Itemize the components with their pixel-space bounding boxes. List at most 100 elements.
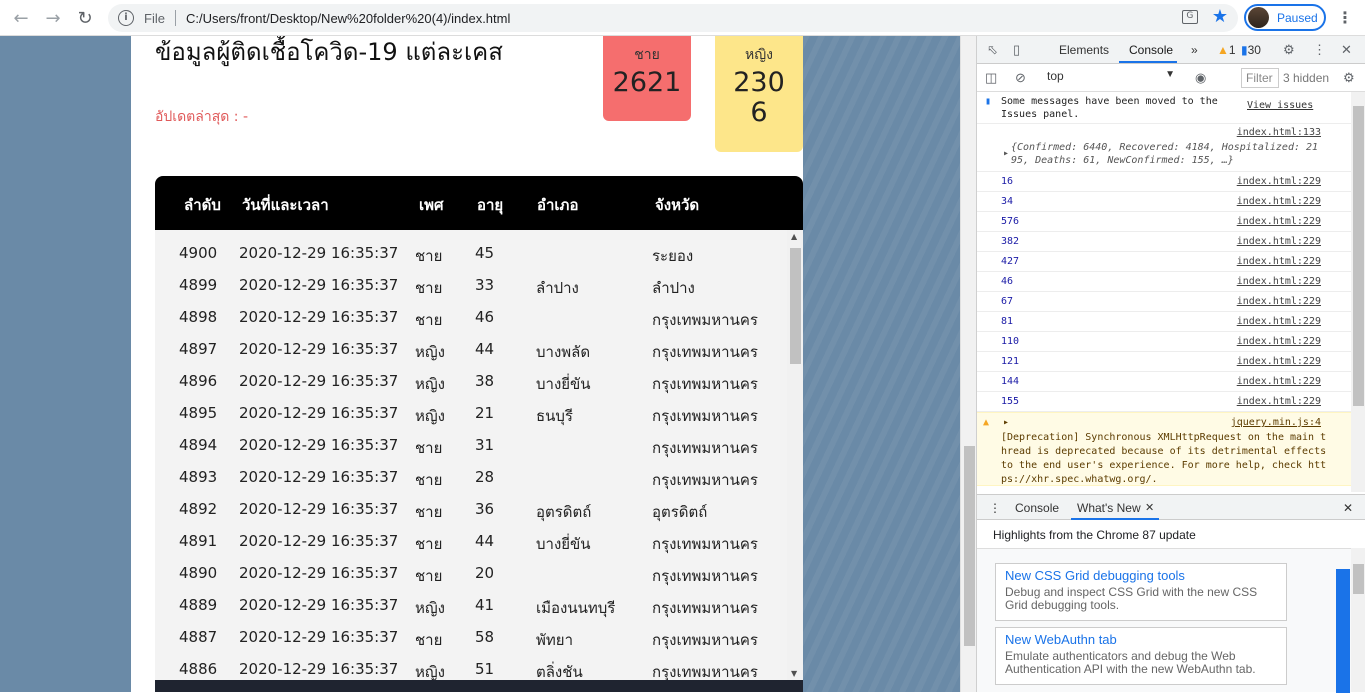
context-select[interactable]: top ▼ <box>1047 69 1175 87</box>
devtools-menu-icon[interactable]: ⋮ <box>1313 42 1326 58</box>
more-vert-icon[interactable]: ⋮ <box>1337 8 1353 27</box>
cell-district: ธนบุรี <box>536 407 573 425</box>
log-source-link[interactable]: index.html:229 <box>1237 396 1321 407</box>
log-source-link[interactable]: index.html:229 <box>1237 236 1321 247</box>
cell-sex: ชาย <box>415 311 443 329</box>
log-source-link[interactable]: index.html:229 <box>1237 216 1321 227</box>
console-log-line: 576 index.html:229 <box>977 212 1351 232</box>
whats-new-title[interactable]: New CSS Grid debugging tools <box>1005 568 1277 583</box>
forward-icon[interactable]: → <box>38 3 68 33</box>
expand-triangle-icon[interactable]: ▸ <box>1003 148 1009 159</box>
gear-icon[interactable]: ⚙ <box>1283 42 1295 58</box>
message-count[interactable]: ▮30 <box>1241 43 1261 57</box>
cell-district: เมืองนนทบุรี <box>536 599 616 617</box>
cell-age: 28 <box>475 468 495 486</box>
table-body[interactable]: ▲ ▼ 4900 2020-12-29 16:35:37 ชาย 45 ระยอง 489… <box>155 230 803 680</box>
object-log-line[interactable]: index.html:133 ▸ {Confirmed: 6440, Recov… <box>977 124 1351 172</box>
info-icon[interactable]: i <box>118 10 134 26</box>
bookmark-star-icon[interactable]: ★ <box>1212 8 1228 26</box>
log-source-link[interactable]: index.html:229 <box>1237 316 1321 327</box>
profile-button[interactable]: Paused <box>1244 4 1326 31</box>
page-scroll-thumb[interactable] <box>964 446 975 646</box>
close-drawer-icon[interactable]: ✕ <box>1343 501 1353 515</box>
drawer-menu-icon[interactable]: ⋮ <box>989 501 1001 515</box>
filter-input[interactable]: Filter <box>1241 68 1279 88</box>
tab-elements[interactable]: Elements <box>1059 43 1109 57</box>
reload-icon[interactable]: ↻ <box>70 3 100 33</box>
device-toolbar-icon[interactable]: ▯ <box>1013 42 1020 58</box>
cell-datetime: 2020-12-29 16:35:37 <box>239 628 399 646</box>
header-datetime: วันที่และเวลา <box>242 196 329 214</box>
clear-console-icon[interactable]: ⊘ <box>1015 70 1026 86</box>
background-pattern <box>803 36 960 692</box>
scroll-up-icon[interactable]: ▲ <box>791 232 797 241</box>
translate-icon[interactable]: G <box>1181 10 1198 24</box>
expand-triangle-icon[interactable]: ▸ <box>1003 417 1009 428</box>
message-count-value: 30 <box>1247 43 1261 57</box>
cell-province: กรุงเทพมหานคร <box>652 407 758 425</box>
log-source-link[interactable]: index.html:229 <box>1237 356 1321 367</box>
log-source-link[interactable]: index.html:229 <box>1237 376 1321 387</box>
console-filterbar: ◫ ⊘ top ▼ ◉ Filter 3 hidden ⚙ <box>977 64 1365 92</box>
log-source-link[interactable]: index.html:229 <box>1237 196 1321 207</box>
log-value: 382 <box>1001 236 1020 247</box>
console-log-line: 34 index.html:229 <box>977 192 1351 212</box>
table-scrollbar[interactable]: ▲ ▼ <box>787 230 803 680</box>
header-district: อำเภอ <box>537 196 579 214</box>
whats-new-card[interactable]: New WebAuthn tab Emulate authenticators a… <box>995 627 1287 685</box>
log-value: 155 <box>1001 396 1020 407</box>
cell-no: 4897 <box>179 340 218 358</box>
drawer-tab-console[interactable]: Console <box>1015 501 1059 515</box>
cell-sex: ชาย <box>415 247 443 265</box>
cell-province: กรุงเทพมหานคร <box>652 439 758 457</box>
log-source-link[interactable]: index.html:229 <box>1237 176 1321 187</box>
cell-province: กรุงเทพมหานคร <box>652 343 758 361</box>
header-province: จังหวัด <box>655 196 700 214</box>
table-row: 4886 2020-12-29 16:35:37 หญิง 51 ตลิ่งชัน กรุ… <box>155 652 787 680</box>
whats-new-scroll-thumb[interactable] <box>1353 564 1364 594</box>
inspect-icon[interactable]: ⬁ <box>987 42 998 58</box>
active-tab-indicator <box>1119 61 1177 63</box>
scheme-label: File <box>144 10 165 26</box>
cell-age: 36 <box>475 500 495 518</box>
whats-new-title[interactable]: New WebAuthn tab <box>1005 632 1277 647</box>
log-source-link[interactable]: index.html:229 <box>1237 276 1321 287</box>
table-row: 4900 2020-12-29 16:35:37 ชาย 45 ระยอง <box>155 236 787 268</box>
sidebar-icon[interactable]: ◫ <box>985 70 997 86</box>
tab-console[interactable]: Console <box>1129 43 1173 57</box>
close-tab-icon[interactable]: ✕ <box>1145 501 1154 514</box>
eye-icon[interactable]: ◉ <box>1195 70 1206 86</box>
address-bar[interactable]: i File C:/Users/front/Desktop/New%20fold… <box>108 4 1238 32</box>
more-tabs-button[interactable]: » <box>1191 43 1198 57</box>
whats-new-card[interactable]: New CSS Grid debugging tools Debug and in… <box>995 563 1287 621</box>
view-issues-link[interactable]: View issues <box>1247 100 1313 111</box>
console-scroll-thumb[interactable] <box>1353 106 1364 406</box>
console-settings-icon[interactable]: ⚙ <box>1343 70 1355 86</box>
close-icon[interactable]: ✕ <box>1341 42 1352 58</box>
scroll-down-icon[interactable]: ▼ <box>791 669 797 678</box>
table-scroll-thumb[interactable] <box>790 248 801 364</box>
whats-new-scrollbar[interactable] <box>1351 548 1365 692</box>
issues-message-line: ▮ Some messages have been moved to the I… <box>977 92 1351 124</box>
page-scrollbar[interactable] <box>960 36 976 692</box>
warning-source-link[interactable]: jquery.min.js:4 <box>1231 417 1321 428</box>
log-source-link[interactable]: index.html:229 <box>1237 336 1321 347</box>
header-sex: เพศ <box>419 196 444 214</box>
url-text[interactable]: C:/Users/front/Desktop/New%20folder%20(4… <box>186 11 510 26</box>
cell-district: ตลิ่งชัน <box>536 663 583 680</box>
log-value: 144 <box>1001 376 1020 387</box>
male-label: ชาย <box>634 47 660 63</box>
cell-datetime: 2020-12-29 16:35:37 <box>239 372 399 390</box>
back-icon[interactable]: ← <box>6 3 36 33</box>
cell-province: อุตรดิตถ์ <box>652 503 708 521</box>
console-scrollbar[interactable] <box>1351 92 1365 492</box>
cell-age: 45 <box>475 244 495 262</box>
log-source-link[interactable]: index.html:133 <box>1237 127 1321 138</box>
warning-count[interactable]: ▲1 <box>1217 43 1236 57</box>
log-source-link[interactable]: index.html:229 <box>1237 296 1321 307</box>
cell-age: 31 <box>475 436 495 454</box>
cell-no: 4892 <box>179 500 218 518</box>
drawer-tab-whats-new[interactable]: What's New <box>1077 501 1141 515</box>
console-output: ▮ Some messages have been moved to the I… <box>977 92 1351 492</box>
log-source-link[interactable]: index.html:229 <box>1237 256 1321 267</box>
